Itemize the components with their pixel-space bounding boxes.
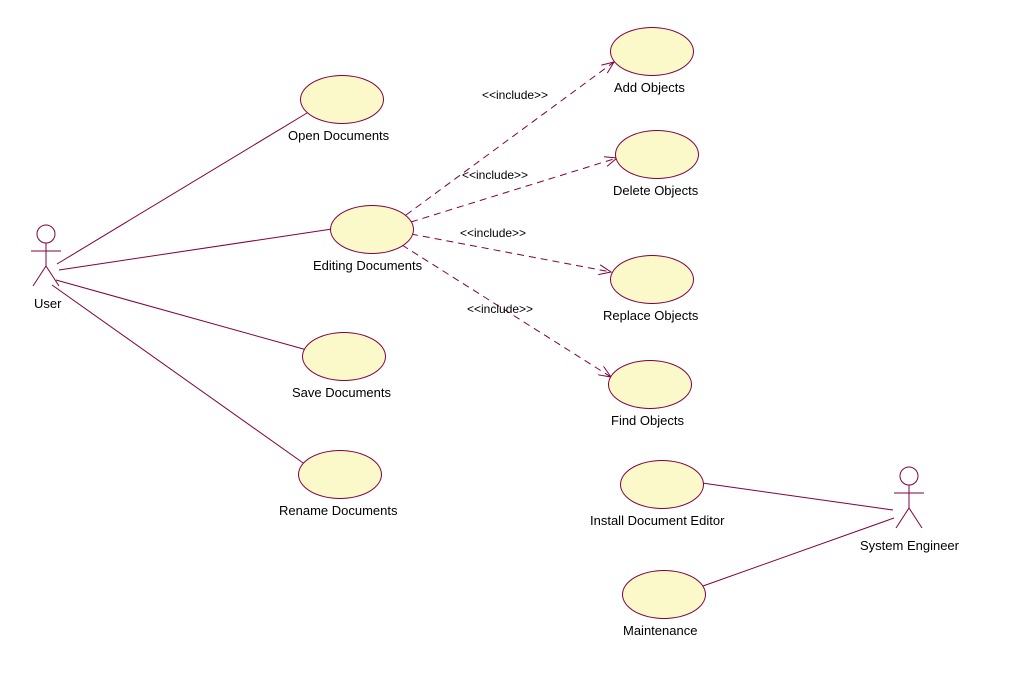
actor-engineer-label: System Engineer [860,538,959,553]
usecase-delete-objects-label: Delete Objects [613,183,698,198]
usecase-add-objects [610,27,694,76]
assoc-user-save [56,280,307,350]
usecase-rename-documents [298,450,382,499]
assoc-eng-install [702,483,893,510]
assoc-user-editing [59,229,332,270]
usecase-replace-objects-label: Replace Objects [603,308,698,323]
usecase-delete-objects [615,130,699,179]
assoc-user-open [57,113,307,264]
usecase-maintenance [622,570,706,619]
usecase-maintenance-label: Maintenance [623,623,697,638]
include-label-delete: <<include>> [462,168,528,182]
usecase-replace-objects [610,255,694,304]
include-label-find: <<include>> [467,302,533,316]
usecase-open-documents [300,75,384,124]
usecase-install-editor-label: Install Document Editor [590,513,724,528]
usecase-open-documents-label: Open Documents [288,128,389,143]
actor-user [28,224,68,294]
assoc-user-rename [52,285,306,465]
usecase-find-objects [608,360,692,409]
actor-user-label: User [34,296,61,311]
usecase-install-editor [620,460,704,509]
connectors-svg [0,0,1020,690]
usecase-editing-documents [330,205,414,254]
include-label-add: <<include>> [482,88,548,102]
actor-system-engineer [891,466,931,536]
usecase-save-documents-label: Save Documents [292,385,391,400]
usecase-add-objects-label: Add Objects [614,80,685,95]
usecase-save-documents [302,332,386,381]
usecase-editing-documents-label: Editing Documents [313,258,422,273]
include-label-replace: <<include>> [460,226,526,240]
include-add [406,62,614,215]
usecase-find-objects-label: Find Objects [611,413,684,428]
usecase-rename-documents-label: Rename Documents [279,503,398,518]
usecase-diagram-canvas: User System Engineer Open Documents Edit… [0,0,1020,690]
